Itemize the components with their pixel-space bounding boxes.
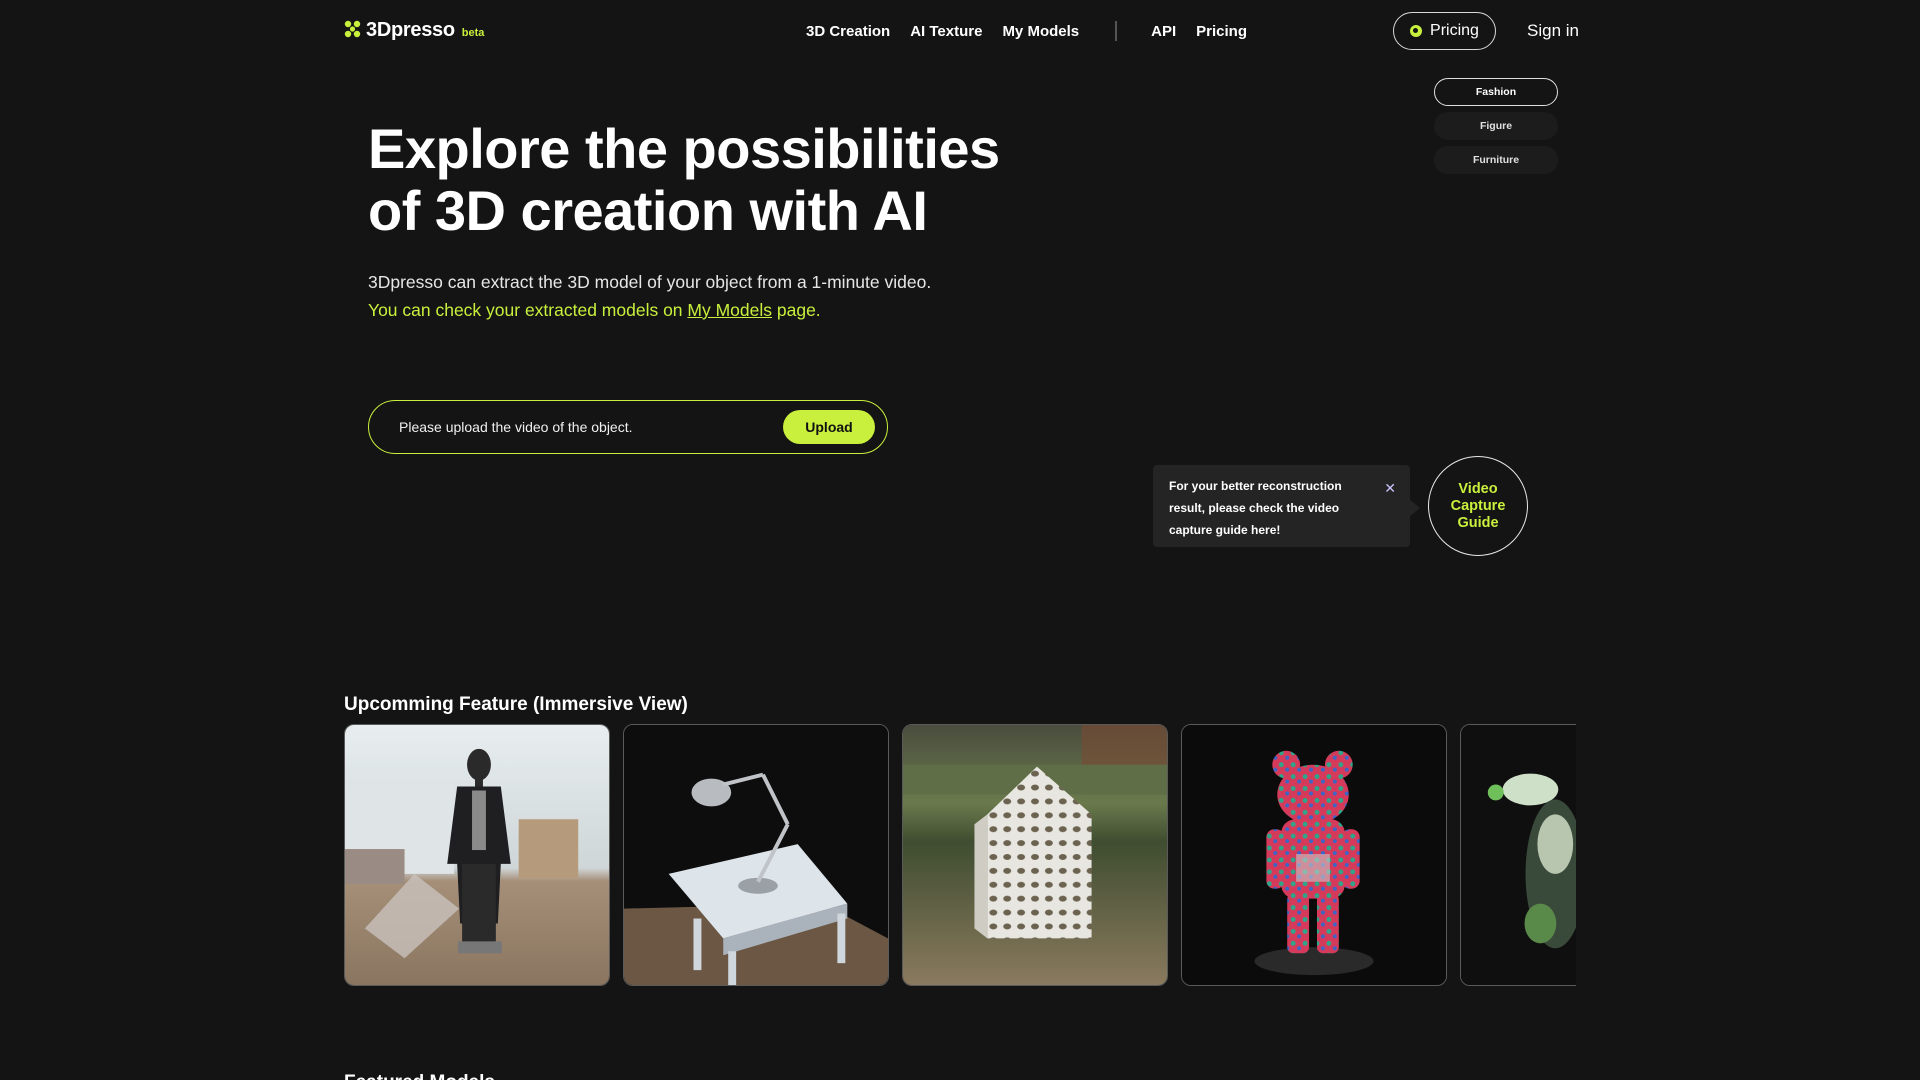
category-fashion[interactable]: Fashion [1434,78,1558,106]
video-capture-guide-button[interactable]: Video Capture Guide [1428,456,1528,556]
nav-divider [1115,21,1118,41]
upload-bar[interactable]: Please upload the video of the object. U… [368,400,888,454]
pricing-button[interactable]: Pricing [1393,12,1496,50]
beta-badge: beta [461,27,485,39]
preview-card-mannequin[interactable] [344,724,610,986]
patterned-bear-figure-icon [1182,725,1446,985]
upload-button[interactable]: Upload [783,410,875,444]
nav-my-models[interactable]: My Models [1002,23,1079,40]
pricing-button-label: Pricing [1430,22,1479,39]
top-navbar: 3Dpresso beta 3D Creation AI Texture My … [0,0,1920,62]
featured-models-title: Featured Models [344,1072,495,1080]
page: 3Dpresso beta 3D Creation AI Texture My … [0,0,1920,1080]
toy-figure-icon [1461,725,1576,985]
mannequin-coat-icon [345,725,609,985]
hero-subtitle: 3Dpresso can extract the 3D model of you… [368,268,931,324]
immersive-view-carousel [344,724,1576,986]
nav-ai-texture[interactable]: AI Texture [910,23,982,40]
category-furniture[interactable]: Furniture [1434,146,1558,174]
hero-description: 3Dpresso can extract the 3D model of you… [368,272,932,292]
hero-title-line-1: Explore the possibilities [368,117,1000,180]
preview-card-desk-lamp[interactable] [623,724,889,986]
desk-lamp-on-table-icon [624,725,888,985]
tooltip-text: For your better reconstruction result, p… [1169,479,1342,537]
close-icon[interactable]: ✕ [1384,477,1396,499]
coin-icon [1410,25,1423,37]
hero-title: Explore the possibilities of 3D creation… [368,118,1068,242]
nav-pricing[interactable]: Pricing [1196,23,1247,40]
preview-card-bear-figure[interactable] [1181,724,1447,986]
nav-3d-creation[interactable]: 3D Creation [806,23,890,40]
hero-my-models-note: You can check your extracted models on M… [368,300,821,320]
category-selector: Fashion Figure Furniture [1434,78,1558,180]
lattice-house-on-grass-icon [903,725,1167,985]
sign-in-link[interactable]: Sign in [1527,21,1579,41]
logo-text: 3Dpresso [366,19,455,41]
nav-api[interactable]: API [1151,23,1176,40]
preview-card-toy-figure[interactable] [1460,724,1576,986]
upcoming-feature-title: Upcomming Feature (Immersive View) [344,694,688,715]
main-nav: 3D Creation AI Texture My Models API Pri… [806,21,1247,41]
logo-icon [344,20,361,38]
logo[interactable]: 3Dpresso beta [344,18,484,42]
my-models-link[interactable]: My Models [687,300,772,320]
hero-title-line-2: of 3D creation with AI [368,179,928,242]
upload-placeholder: Please upload the video of the object. [399,419,633,435]
preview-card-lattice-house[interactable] [902,724,1168,986]
capture-guide-tooltip: For your better reconstruction result, p… [1153,465,1420,547]
category-figure[interactable]: Figure [1434,112,1558,140]
